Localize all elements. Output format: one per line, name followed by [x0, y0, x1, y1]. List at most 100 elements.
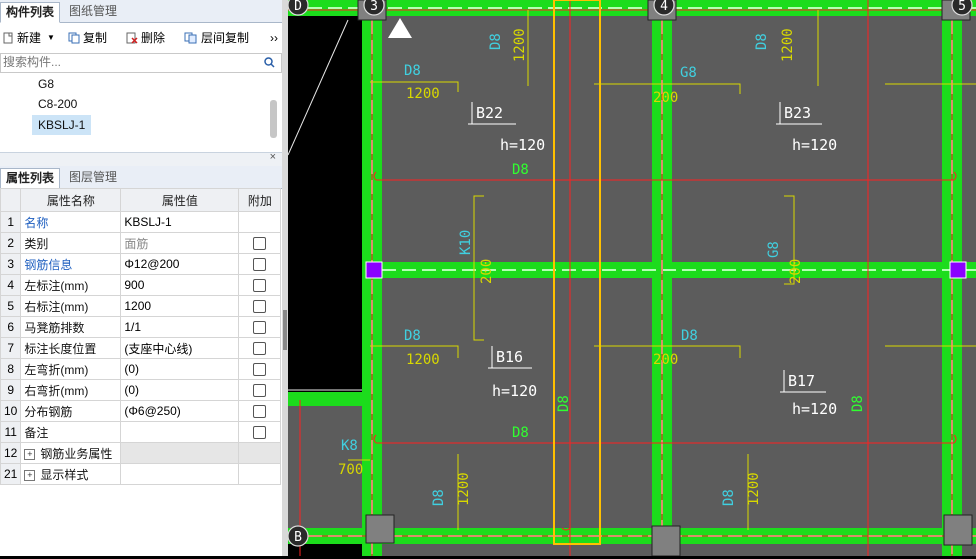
axis-label-d: D [294, 0, 302, 14]
extra-checkbox[interactable] [253, 363, 267, 377]
property-value[interactable]: Φ12@200 [120, 253, 240, 275]
new-button[interactable]: 新建 ▼ [2, 29, 55, 47]
splitter-grip[interactable] [283, 310, 287, 350]
extra-cell [238, 211, 282, 233]
rebar-label: D8 [556, 395, 572, 412]
rebar-label: D8 [512, 162, 529, 178]
search-input[interactable] [1, 54, 253, 70]
table-row[interactable]: 5 右标注(mm) 1200 [0, 295, 282, 317]
property-value[interactable]: 1/1 [120, 316, 240, 338]
dimension-label: 1200 [780, 28, 796, 62]
layer-copy-button[interactable]: 层间复制 [184, 29, 249, 47]
property-value[interactable] [120, 421, 240, 443]
extra-checkbox[interactable] [253, 405, 267, 419]
delete-icon [126, 32, 138, 44]
delete-button[interactable]: 删除 [126, 29, 165, 47]
property-value[interactable]: (Φ6@250) [120, 400, 240, 422]
property-group[interactable]: + 显示样式 [20, 463, 122, 485]
dimension-label: 700 [338, 462, 363, 478]
delete-label: 删除 [141, 31, 166, 45]
slab-thickness: h=120 [792, 400, 837, 418]
table-row[interactable]: 11 备注 [0, 421, 282, 443]
floor-plan[interactable]: 3 4 5 D B D8 D8 D8 G8 K10 G8 D8 D8 K8 D8… [287, 0, 976, 557]
extra-checkbox[interactable] [253, 384, 267, 398]
extra-checkbox[interactable] [253, 237, 267, 251]
table-row[interactable]: 8 左弯折(mm) (0) [0, 358, 282, 380]
extra-checkbox[interactable] [253, 279, 267, 293]
column-purple[interactable] [949, 261, 967, 279]
list-item-kbslj-1[interactable]: KBSLJ-1 [32, 115, 92, 135]
property-name: 右标注(mm) [20, 295, 122, 317]
extra-checkbox[interactable] [253, 321, 267, 335]
tab-layer-management[interactable]: 图层管理 [64, 168, 122, 187]
property-value[interactable]: 面筋 [120, 232, 240, 254]
expand-icon[interactable]: + [24, 469, 36, 481]
axis-label-b: B [294, 530, 302, 545]
table-row[interactable]: 2 类别 面筋 [0, 232, 282, 254]
table-row[interactable]: 4 左标注(mm) 900 [0, 274, 282, 296]
rebar-label: D8 [681, 328, 698, 344]
table-row[interactable]: 9 右弯折(mm) (0) [0, 379, 282, 401]
property-value[interactable]: 1200 [120, 295, 240, 317]
dimension-label: 1200 [746, 472, 762, 506]
more-button[interactable]: ›› [270, 29, 278, 47]
property-group[interactable]: + 钢筋业务属性 [20, 442, 122, 464]
row-number: 9 [0, 379, 22, 401]
dimension-label: 1200 [456, 472, 472, 506]
slab-thickness: h=120 [792, 136, 837, 154]
rebar-label: K8 [341, 438, 358, 454]
axis-label-5: 5 [958, 0, 966, 14]
property-name: 马凳筋排数 [20, 316, 122, 338]
component-tabs: 构件列表 图纸管理 [0, 0, 282, 23]
component-list-scrollbar[interactable] [270, 100, 277, 138]
property-group-label: 显示样式 [40, 467, 89, 482]
new-dropdown-icon[interactable]: ▼ [47, 29, 55, 47]
layer-copy-label: 层间复制 [201, 31, 250, 45]
column[interactable] [365, 514, 395, 544]
extra-cell [238, 379, 282, 401]
property-name: 备注 [20, 421, 122, 443]
drawing-canvas[interactable]: 3 4 5 D B D8 D8 D8 G8 K10 G8 D8 D8 K8 D8… [287, 0, 976, 557]
table-row[interactable]: 1 名称 KBSLJ-1 [0, 211, 282, 233]
property-value [120, 463, 240, 485]
dimension-label: 1200 [512, 28, 528, 62]
table-row[interactable]: 12 + 钢筋业务属性 [0, 442, 282, 464]
property-name: 钢筋信息 [20, 253, 122, 275]
column[interactable] [651, 525, 681, 557]
extra-checkbox[interactable] [253, 258, 267, 272]
column[interactable] [943, 514, 973, 546]
copy-button[interactable]: 复制 [68, 29, 107, 47]
extra-checkbox[interactable] [253, 300, 267, 314]
list-item-c8-200[interactable]: C8-200 [32, 94, 83, 114]
rebar-label: D8 [404, 63, 421, 79]
property-value[interactable]: (0) [120, 358, 240, 380]
extra-checkbox[interactable] [253, 426, 267, 440]
search-icon[interactable] [264, 57, 275, 68]
table-row[interactable]: 6 马凳筋排数 1/1 [0, 316, 282, 338]
copy-icon [68, 32, 80, 44]
tab-property-list[interactable]: 属性列表 [0, 168, 61, 189]
expand-icon[interactable]: + [24, 448, 36, 460]
list-item-g8[interactable]: G8 [32, 74, 60, 94]
property-value[interactable]: 900 [120, 274, 240, 296]
tab-drawing-management[interactable]: 图纸管理 [64, 2, 122, 21]
axis-label-3: 3 [370, 0, 378, 14]
property-value[interactable]: (0) [120, 379, 240, 401]
property-name: 类别 [20, 232, 122, 254]
tab-component-list[interactable]: 构件列表 [0, 2, 61, 23]
row-number: 4 [0, 274, 22, 296]
table-row[interactable]: 7 标注长度位置 (支座中心线) [0, 337, 282, 359]
table-row[interactable]: 10 分布钢筋 (Φ6@250) [0, 400, 282, 422]
property-value[interactable]: (支座中心线) [120, 337, 240, 359]
table-row[interactable]: 3 钢筋信息 Φ12@200 [0, 253, 282, 275]
close-icon[interactable]: × [270, 151, 276, 163]
table-row[interactable]: 21 + 显示样式 [0, 463, 282, 485]
property-name: 分布钢筋 [20, 400, 122, 422]
extra-checkbox[interactable] [253, 342, 267, 356]
property-value[interactable]: KBSLJ-1 [120, 211, 240, 233]
property-name: 名称 [20, 211, 122, 233]
extra-cell [238, 421, 282, 443]
column-purple[interactable] [365, 261, 383, 279]
property-table: 属性名称 属性值 附加 1 名称 KBSLJ-1 2 类别 面筋 3 钢筋信息 … [0, 188, 282, 485]
row-number: 11 [0, 421, 22, 443]
